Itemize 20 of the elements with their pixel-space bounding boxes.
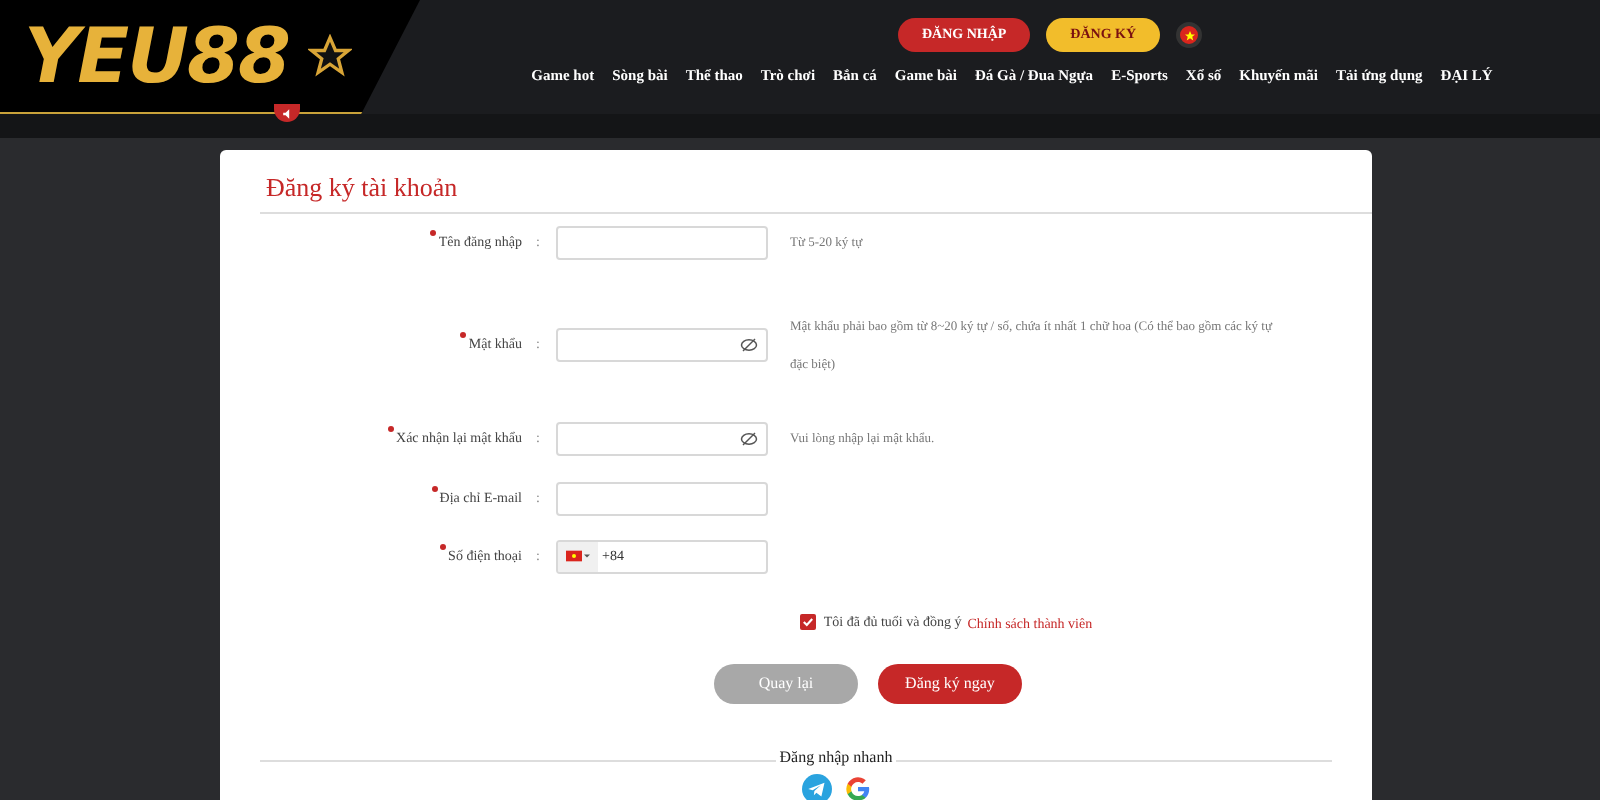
hidden-eye-icon[interactable]: [740, 429, 758, 447]
quick-login-title: Đăng nhập nhanh: [775, 746, 897, 770]
telegram-icon[interactable]: [801, 774, 831, 800]
logo-panel[interactable]: YEU88: [0, 0, 420, 114]
vietnam-flag-icon: [566, 550, 582, 562]
register-now-button[interactable]: Đăng ký ngay: [878, 664, 1022, 704]
password-field[interactable]: [556, 328, 768, 362]
agreement-checkbox[interactable]: [799, 613, 816, 630]
google-icon[interactable]: [843, 774, 871, 800]
caret-icon: [584, 554, 590, 558]
input-field[interactable]: [556, 481, 768, 515]
vietnam-flag-icon[interactable]: [1176, 22, 1203, 48]
hidden-eye-icon[interactable]: [740, 336, 758, 354]
password-field[interactable]: [556, 421, 768, 455]
sound-icon[interactable]: [274, 104, 300, 122]
input-field[interactable]: [556, 225, 768, 259]
country-flag-dropdown[interactable]: [558, 541, 598, 571]
form-title: Đăng ký tài khoản: [264, 170, 460, 206]
logo-text: YEU88: [24, 18, 289, 94]
star-icon: [308, 34, 353, 78]
